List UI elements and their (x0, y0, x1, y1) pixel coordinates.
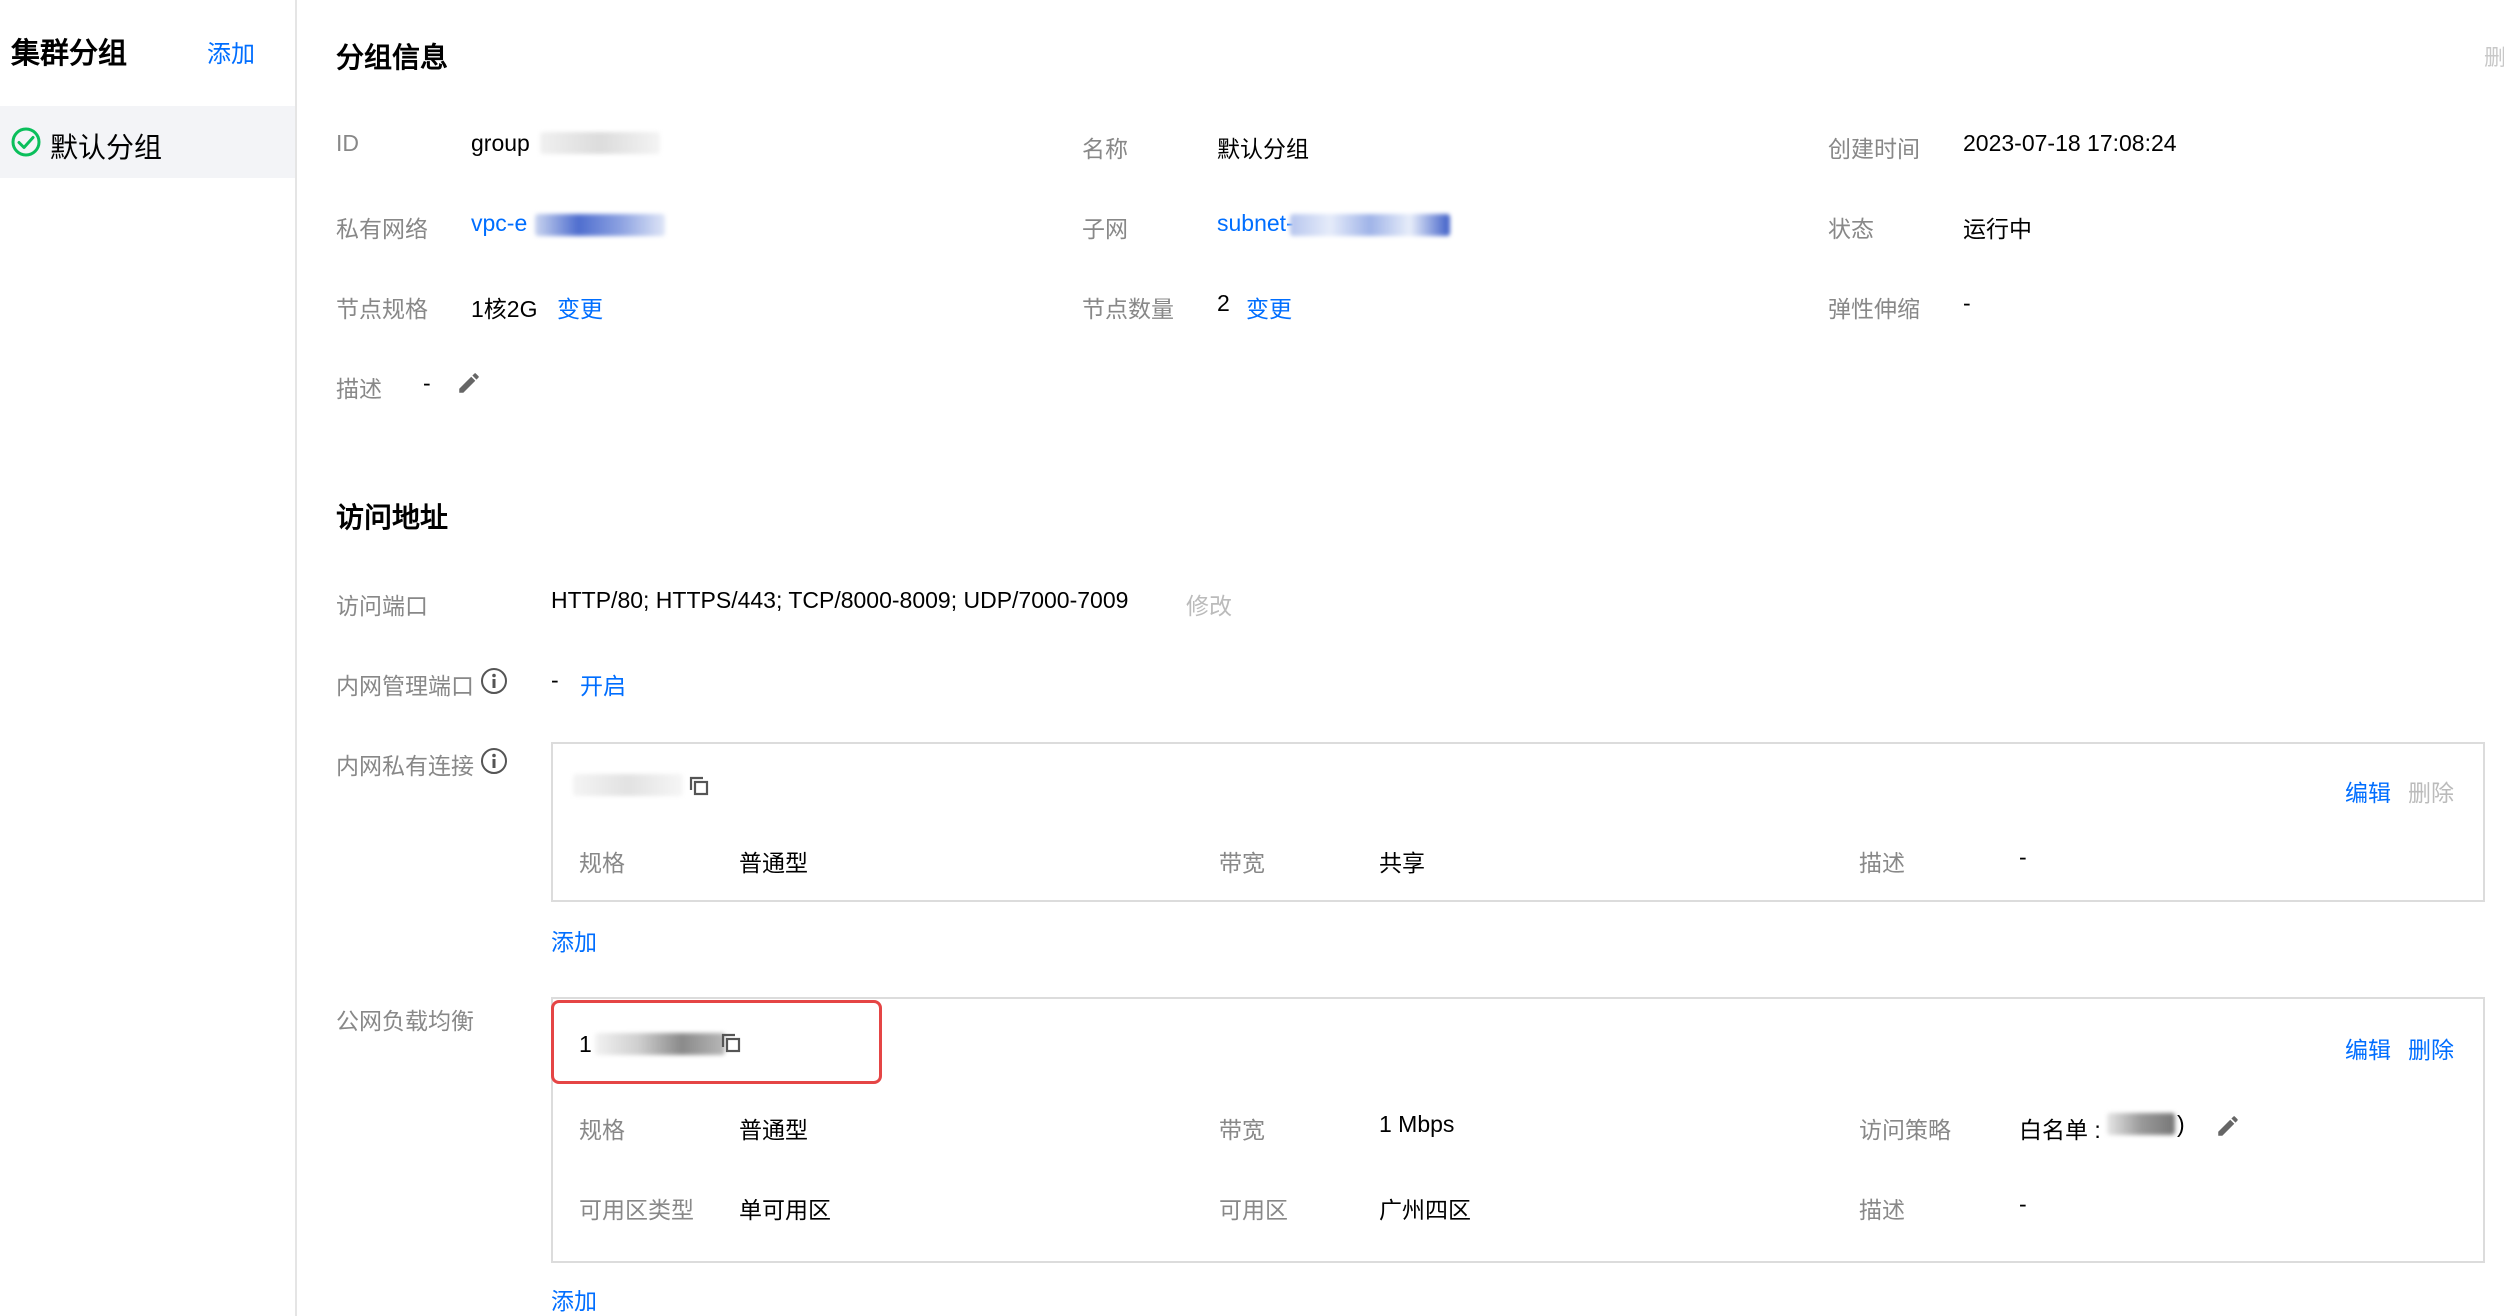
delete-group-button[interactable]: 删 (2484, 40, 2504, 72)
pencil-icon[interactable] (456, 370, 482, 396)
copy-icon[interactable] (687, 774, 711, 798)
desc-value: - (423, 370, 431, 396)
sidebar-item-label: 默认分组 (50, 132, 163, 163)
status-value: 运行中 (1963, 216, 2032, 242)
info-icon[interactable] (480, 747, 508, 775)
public-desc-label: 描述 (1859, 1197, 1905, 1223)
public-zone-type-label: 可用区类型 (579, 1197, 694, 1223)
node-count-value: 2 (1217, 290, 1230, 316)
private-desc-value: - (2019, 844, 2027, 870)
elastic-label: 弹性伸缩 (1828, 296, 1920, 322)
vpc-link[interactable]: vpc-e (471, 210, 527, 237)
redacted-subnet (1290, 214, 1450, 236)
node-count-change-link[interactable]: 变更 (1246, 290, 1292, 324)
port-value: HTTP/80; HTTPS/443; TCP/8000-8009; UDP/7… (551, 587, 1129, 613)
port-label: 访问端口 (336, 593, 428, 619)
group-info-title: 分组信息 (336, 42, 449, 73)
public-spec-label: 规格 (579, 1117, 625, 1143)
created-label: 创建时间 (1828, 136, 1920, 162)
spec-change-link[interactable]: 变更 (557, 290, 603, 324)
elastic-value: - (1963, 290, 1971, 316)
private-bw-value: 共享 (1379, 850, 1425, 876)
public-bw-value: 1 Mbps (1379, 1111, 1455, 1137)
private-spec-label: 规格 (579, 850, 625, 876)
public-zone-value: 广州四区 (1379, 1197, 1471, 1223)
redacted-private-address (573, 774, 683, 796)
public-spec-value: 普通型 (739, 1117, 808, 1143)
highlight-box (551, 1000, 882, 1084)
public-delete-button[interactable]: 删除 (2408, 1031, 2454, 1065)
public-policy-value: 白名单 : (2019, 1117, 2101, 1143)
mgmt-port-value: - (551, 667, 559, 693)
private-link-label: 内网私有连接 (336, 753, 474, 779)
public-bw-label: 带宽 (1219, 1117, 1265, 1143)
public-policy-label: 访问策略 (1859, 1117, 1951, 1143)
public-add-link[interactable]: 添加 (551, 1282, 597, 1316)
spec-value: 1核2G (471, 296, 538, 322)
public-desc-value: - (2019, 1191, 2027, 1217)
public-zone-label: 可用区 (1219, 1197, 1288, 1223)
mgmt-port-label: 内网管理端口 (336, 673, 474, 699)
check-circle-icon (11, 127, 41, 157)
private-delete-button[interactable]: 删除 (2408, 774, 2454, 808)
node-count-label: 节点数量 (1082, 296, 1174, 322)
vpc-label: 私有网络 (336, 216, 428, 242)
subnet-label: 子网 (1082, 216, 1128, 242)
redacted-whitelist (2107, 1113, 2175, 1135)
public-edit-button[interactable]: 编辑 (2345, 1031, 2391, 1065)
name-label: 名称 (1082, 136, 1128, 162)
mgmt-port-enable-link[interactable]: 开启 (580, 667, 626, 701)
redacted-vpc (535, 214, 665, 236)
public-lb-label: 公网负载均衡 (336, 1008, 474, 1034)
private-edit-button[interactable]: 编辑 (2345, 774, 2391, 808)
add-group-button[interactable]: 添加 (207, 34, 255, 69)
created-value: 2023-07-18 17:08:24 (1963, 130, 2177, 156)
group-sidebar: 集群分组 添加 默认分组 (0, 0, 297, 1316)
status-label: 状态 (1828, 216, 1874, 242)
private-bw-label: 带宽 (1219, 850, 1265, 876)
name-value: 默认分组 (1217, 136, 1309, 162)
port-modify-button[interactable]: 修改 (1186, 587, 1232, 621)
id-label: ID (336, 130, 359, 156)
sidebar-title: 集群分组 (11, 38, 128, 70)
spec-label: 节点规格 (336, 296, 428, 322)
private-desc-label: 描述 (1859, 850, 1905, 876)
pencil-icon[interactable] (2215, 1113, 2241, 1139)
private-add-link[interactable]: 添加 (551, 923, 597, 957)
sidebar-item-default-group[interactable]: 默认分组 (0, 106, 295, 178)
private-spec-value: 普通型 (739, 850, 808, 876)
public-zone-type-value: 单可用区 (739, 1197, 831, 1223)
public-policy-suffix: ) (2177, 1111, 2185, 1137)
info-icon[interactable] (480, 667, 508, 695)
subnet-link[interactable]: subnet- (1217, 210, 1294, 237)
id-value: group (471, 130, 530, 156)
private-link-card: 编辑 删除 规格 普通型 带宽 共享 描述 - (551, 742, 2485, 902)
redacted-id (540, 132, 660, 154)
access-title: 访问地址 (336, 502, 449, 533)
desc-label: 描述 (336, 376, 382, 402)
